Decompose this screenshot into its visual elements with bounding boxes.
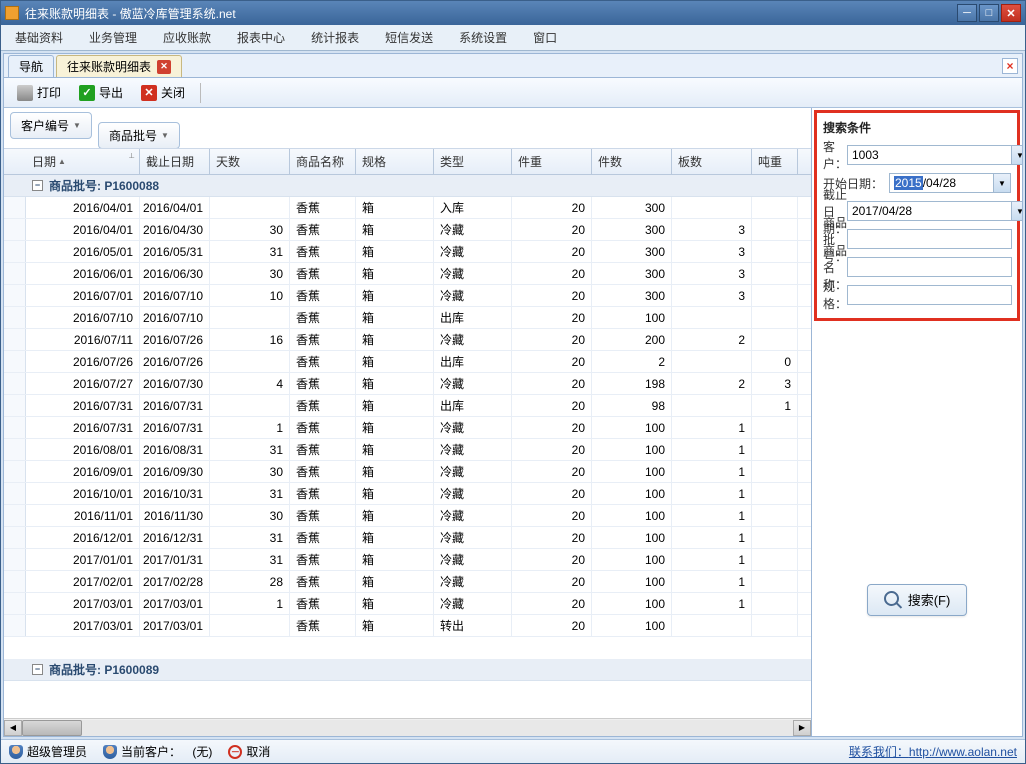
print-button[interactable]: 打印 bbox=[10, 81, 68, 105]
menu-item[interactable]: 报表中心 bbox=[233, 27, 289, 48]
end-date-input[interactable] bbox=[847, 201, 1011, 221]
table-row[interactable]: 2017/03/012017/03/01香蕉箱转出20100 bbox=[4, 615, 811, 637]
content-area: 导航 往来账款明细表 ✕ × 打印 ✓导出 ✕关闭 客户编号▼ 商品批号▼ bbox=[3, 53, 1023, 737]
table-row[interactable]: 2017/01/012017/01/3131香蕉箱冷藏201001 bbox=[4, 549, 811, 571]
minimize-button[interactable]: ─ bbox=[957, 4, 977, 22]
status-user: 超级管理员 bbox=[27, 743, 87, 760]
group-product-button[interactable]: 商品批号▼ bbox=[98, 122, 180, 149]
search-panel: 搜索条件 客户： ▼ 开始日期： 2015/04/28▼ 截止日期： ▼ 商品 bbox=[814, 110, 1020, 321]
table-row[interactable]: 2016/07/112016/07/2616香蕉箱冷藏202002 bbox=[4, 329, 811, 351]
search-button[interactable]: 搜索(F) bbox=[867, 584, 967, 616]
col-weight[interactable]: 件重 bbox=[512, 149, 592, 174]
right-panel: 搜索条件 客户： ▼ 开始日期： 2015/04/28▼ 截止日期： ▼ 商品 bbox=[812, 108, 1022, 736]
col-days[interactable]: 天数 bbox=[210, 149, 290, 174]
menu-item[interactable]: 统计报表 bbox=[307, 27, 363, 48]
table-row[interactable]: 2016/04/012016/04/01香蕉箱入库20300 bbox=[4, 197, 811, 219]
col-name[interactable]: 商品名称 bbox=[290, 149, 356, 174]
app-icon bbox=[5, 6, 19, 20]
col-type[interactable]: 类型 bbox=[434, 149, 512, 174]
maximize-button[interactable]: □ bbox=[979, 4, 999, 22]
menu-item[interactable]: 应收账款 bbox=[159, 27, 215, 48]
menu-item[interactable]: 基础资料 bbox=[11, 27, 67, 48]
col-ton[interactable]: 吨重 bbox=[752, 149, 798, 174]
group-row[interactable]: −商品批号: P1600088 bbox=[4, 175, 811, 197]
grid-header: 日期▲⟂ 截止日期 天数 商品名称 规格 类型 件重 件数 板数 吨重 bbox=[4, 149, 811, 175]
col-boards[interactable]: 板数 bbox=[672, 149, 752, 174]
table-row[interactable]: 2016/07/012016/07/1010香蕉箱冷藏203003 bbox=[4, 285, 811, 307]
tab-close-icon[interactable]: ✕ bbox=[157, 60, 171, 74]
table-row[interactable]: 2017/02/012017/02/2828香蕉箱冷藏201001 bbox=[4, 571, 811, 593]
table-row[interactable]: 2016/07/272016/07/304香蕉箱冷藏2019823 bbox=[4, 373, 811, 395]
horizontal-scrollbar[interactable]: ◀ ▶ bbox=[4, 718, 811, 736]
scroll-thumb[interactable] bbox=[22, 720, 82, 736]
close-button[interactable]: ✕关闭 bbox=[134, 81, 192, 105]
window-close-button[interactable]: ✕ bbox=[1001, 4, 1021, 22]
tabs-bar: 导航 往来账款明细表 ✕ × bbox=[4, 54, 1022, 78]
cancel-icon: － bbox=[228, 745, 242, 759]
scroll-left-button[interactable]: ◀ bbox=[4, 720, 22, 736]
menu-item[interactable]: 短信发送 bbox=[381, 27, 437, 48]
customer-dropdown-button[interactable]: ▼ bbox=[1011, 145, 1022, 165]
tab-detail[interactable]: 往来账款明细表 ✕ bbox=[56, 55, 182, 77]
statusbar: 超级管理员 当前客户： (无) －取消 联系我们：http://www.aola… bbox=[1, 739, 1025, 763]
menu-item[interactable]: 系统设置 bbox=[455, 27, 511, 48]
table-row[interactable]: 2016/08/012016/08/3131香蕉箱冷藏201001 bbox=[4, 439, 811, 461]
close-icon: ✕ bbox=[141, 85, 157, 101]
product-input[interactable] bbox=[847, 229, 1012, 249]
toolbar: 打印 ✓导出 ✕关闭 bbox=[4, 78, 1022, 108]
main-window: 往来账款明细表 - 傲蓝冷库管理系统.net ─ □ ✕ 基础资料业务管理应收账… bbox=[0, 0, 1026, 764]
table-row[interactable]: 2016/11/012016/11/3030香蕉箱冷藏201001 bbox=[4, 505, 811, 527]
table-row[interactable]: 2016/12/012016/12/3131香蕉箱冷藏201001 bbox=[4, 527, 811, 549]
table-row[interactable]: 2016/06/012016/06/3030香蕉箱冷藏203003 bbox=[4, 263, 811, 285]
table-row[interactable]: 2016/05/012016/05/3131香蕉箱冷藏203003 bbox=[4, 241, 811, 263]
export-icon: ✓ bbox=[79, 85, 95, 101]
col-pieces[interactable]: 件数 bbox=[592, 149, 672, 174]
scroll-right-button[interactable]: ▶ bbox=[793, 720, 811, 736]
menu-item[interactable]: 窗口 bbox=[529, 27, 561, 48]
table-row[interactable]: 2016/07/102016/07/10香蕉箱出库20100 bbox=[4, 307, 811, 329]
table-row[interactable]: 2017/03/012017/03/011香蕉箱冷藏201001 bbox=[4, 593, 811, 615]
menubar: 基础资料业务管理应收账款报表中心统计报表短信发送系统设置窗口 bbox=[1, 25, 1025, 51]
table-row[interactable]: 2016/10/012016/10/3131香蕉箱冷藏201001 bbox=[4, 483, 811, 505]
spec-input[interactable] bbox=[847, 285, 1012, 305]
user-icon bbox=[9, 745, 23, 759]
group-row[interactable]: −商品批号: P1600089 bbox=[4, 659, 811, 681]
tab-nav[interactable]: 导航 bbox=[8, 55, 54, 77]
contact-link[interactable]: 联系我们：http://www.aolan.net bbox=[849, 743, 1017, 760]
tabs-close-all[interactable]: × bbox=[1002, 58, 1018, 74]
start-date-input[interactable]: 2015/04/28 bbox=[889, 173, 993, 193]
menu-item[interactable]: 业务管理 bbox=[85, 27, 141, 48]
cancel-button[interactable]: －取消 bbox=[228, 743, 270, 760]
end-date-dropdown[interactable]: ▼ bbox=[1011, 201, 1022, 221]
window-title: 往来账款明细表 - 傲蓝冷库管理系统.net bbox=[25, 5, 957, 22]
table-row[interactable]: 2016/07/262016/07/26香蕉箱出库2020 bbox=[4, 351, 811, 373]
export-button[interactable]: ✓导出 bbox=[72, 81, 130, 105]
table-row[interactable]: 2016/07/312016/07/31香蕉箱出库20981 bbox=[4, 395, 811, 417]
search-title: 搜索条件 bbox=[823, 119, 1011, 136]
customer-icon bbox=[103, 745, 117, 759]
group-customer-button[interactable]: 客户编号▼ bbox=[10, 112, 92, 139]
chevron-down-icon: ▼ bbox=[161, 131, 169, 140]
data-grid: 日期▲⟂ 截止日期 天数 商品名称 规格 类型 件重 件数 板数 吨重 −商品批… bbox=[4, 148, 811, 718]
name-input[interactable] bbox=[847, 257, 1012, 277]
col-date[interactable]: 日期▲⟂ bbox=[26, 149, 140, 174]
col-deadline[interactable]: 截止日期 bbox=[140, 149, 210, 174]
search-icon bbox=[884, 591, 902, 609]
table-row[interactable]: 2016/09/012016/09/3030香蕉箱冷藏201001 bbox=[4, 461, 811, 483]
grid-body[interactable]: −商品批号: P16000882016/04/012016/04/01香蕉箱入库… bbox=[4, 175, 811, 718]
chevron-down-icon: ▼ bbox=[73, 121, 81, 130]
group-toggle-icon[interactable]: − bbox=[32, 180, 43, 191]
col-spec[interactable]: 规格 bbox=[356, 149, 434, 174]
group-toggle-icon[interactable]: − bbox=[32, 664, 43, 675]
start-date-dropdown[interactable]: ▼ bbox=[993, 173, 1011, 193]
table-row[interactable]: 2016/04/012016/04/3030香蕉箱冷藏203003 bbox=[4, 219, 811, 241]
titlebar: 往来账款明细表 - 傲蓝冷库管理系统.net ─ □ ✕ bbox=[1, 1, 1025, 25]
left-panel: 客户编号▼ 商品批号▼ 日期▲⟂ 截止日期 天数 商品名称 规格 类型 件重 件… bbox=[4, 108, 812, 736]
customer-input[interactable] bbox=[847, 145, 1011, 165]
table-row[interactable]: 2016/07/312016/07/311香蕉箱冷藏201001 bbox=[4, 417, 811, 439]
print-icon bbox=[17, 85, 33, 101]
